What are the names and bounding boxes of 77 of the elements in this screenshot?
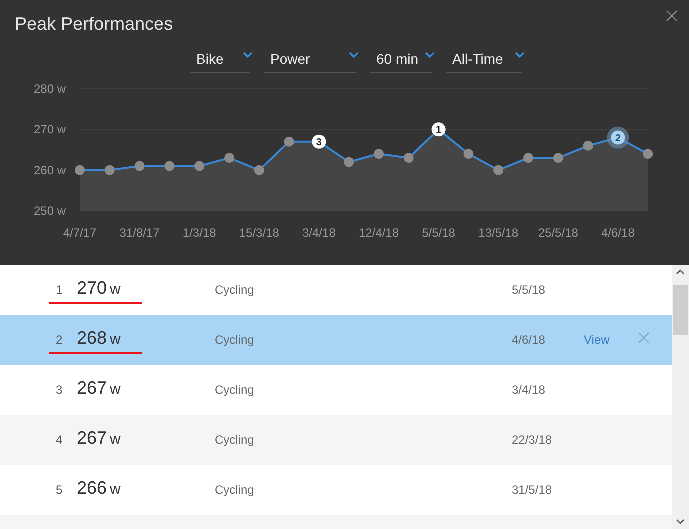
data-point[interactable] [374, 149, 384, 160]
x-axis-label: 1/3/18 [182, 226, 216, 240]
date-label: 3/4/18 [512, 383, 546, 397]
annotation: 2 [615, 133, 622, 144]
data-point[interactable] [254, 165, 264, 176]
y-axis-label: 280 w [34, 82, 66, 96]
data-point[interactable] [524, 153, 534, 164]
x-axis-label: 25/5/18 [538, 226, 578, 240]
power-value: 270 [77, 278, 108, 299]
caret-icon [514, 52, 524, 58]
window-title: Peak Performances [15, 14, 174, 35]
data-point[interactable] [344, 157, 354, 168]
x-axis-label: 15/3/18 [239, 226, 280, 240]
dropdown[interactable]: Power [264, 46, 356, 73]
data-point[interactable] [404, 153, 414, 164]
data-point[interactable] [583, 140, 594, 151]
data-point[interactable] [464, 149, 474, 160]
rank-marker[interactable]: 3 [312, 134, 326, 149]
data-point[interactable] [104, 165, 115, 176]
data-point[interactable] [643, 149, 654, 160]
x-axis-label: 3/4/18 [302, 226, 336, 240]
x-axis-label: 4/7/17 [63, 226, 97, 240]
x-axis-label: 12/4/18 [358, 226, 400, 240]
table-row[interactable]: 4 267 w Cycling 22/3/18 [0, 415, 672, 465]
data-point[interactable] [284, 136, 294, 147]
scrollbar-thumb[interactable] [673, 285, 688, 335]
rank-number: 1 [56, 283, 64, 297]
caret-icon [242, 52, 252, 58]
data-point[interactable] [134, 161, 145, 172]
rank-number: 3 [56, 383, 64, 397]
scrollbar[interactable] [672, 265, 689, 529]
date-label: 4/6/18 [512, 333, 546, 347]
power-value: 267 [77, 378, 108, 399]
sport-label: Cycling [215, 433, 256, 447]
dropdown[interactable]: 60 min [370, 46, 432, 73]
annotation: 3 [316, 137, 322, 148]
data-point[interactable] [75, 165, 85, 176]
annotation: 1 [436, 125, 442, 136]
y-axis-label: 250 w [34, 204, 66, 218]
unit-label: w [110, 431, 121, 448]
caret-icon [424, 52, 434, 58]
power-value: 268 [77, 328, 108, 349]
unit-label: w [110, 481, 121, 498]
unit-label: w [110, 281, 121, 298]
y-axis-label: 270 w [34, 122, 66, 137]
rank-marker[interactable]: 2 [607, 126, 630, 149]
date-label: 22/3/18 [512, 433, 554, 447]
dropdown[interactable]: Bike [190, 46, 250, 73]
data-point[interactable] [194, 161, 205, 172]
unit-label: w [110, 331, 121, 348]
sport-label: Cycling [215, 283, 256, 297]
data-point[interactable] [164, 161, 175, 172]
rank-marker[interactable]: 1 [432, 122, 446, 137]
x-axis-label: 5/5/18 [422, 226, 456, 240]
data-point[interactable] [553, 153, 564, 164]
sport-label: Cycling [215, 383, 256, 397]
dropdown[interactable]: All-Time [446, 46, 522, 73]
close-icon[interactable] [666, 10, 678, 22]
data-point[interactable] [494, 165, 504, 176]
caret-icon [348, 52, 358, 58]
data-point[interactable] [224, 153, 234, 164]
scroll-up-icon[interactable] [676, 269, 685, 275]
rank-number: 4 [56, 433, 64, 447]
rank-number: 2 [56, 333, 64, 347]
date-label: 31/5/18 [512, 483, 554, 497]
date-label: 5/5/18 [512, 283, 546, 297]
sport-label: Cycling [215, 333, 256, 347]
sport-label: Cycling [215, 483, 256, 497]
scroll-down-icon[interactable] [676, 519, 685, 525]
x-axis-label: 31/8/17 [120, 226, 160, 240]
y-axis-label: 260 w [34, 163, 66, 178]
x-axis-label: 4/6/18 [602, 226, 635, 240]
power-value: 267 [77, 428, 108, 449]
x-axis-label: 13/5/18 [478, 226, 519, 240]
unit-label: w [110, 381, 121, 398]
rank-number: 5 [56, 483, 64, 497]
power-value: 266 [77, 478, 108, 499]
